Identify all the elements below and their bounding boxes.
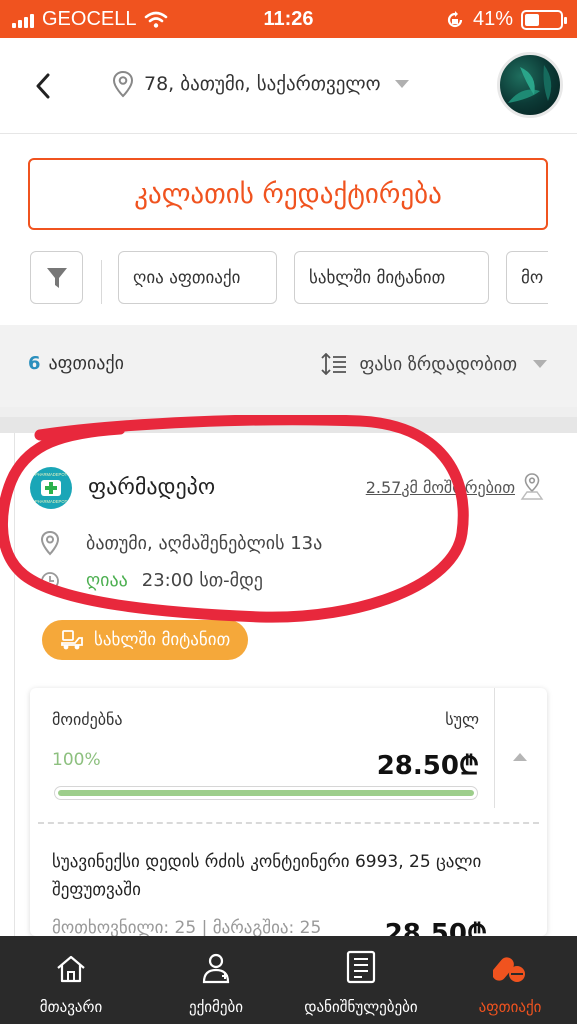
filter-button[interactable] [30,251,83,304]
chip-open-pharmacy[interactable]: ღია აფთიაქი [118,251,277,304]
edit-cart-button[interactable]: კალათის რედაქტირება [28,158,548,230]
total-price: 28.50₾ [376,751,479,781]
location-pin-icon [112,70,134,98]
logo-text-bottom: PHARMADEPOT [35,499,68,504]
sort-icon [321,353,347,375]
pharmacy-address: ბათუმი, აღმაშენებლის 13ა [86,532,323,554]
sort-selector[interactable]: ფასი ზრდადობით [321,353,547,375]
filter-icon [46,267,67,288]
status-bar: GEOCELL 11:26 41% [0,0,577,38]
distance-value: 2.57 [365,478,402,497]
product-quantity: მოთხოვნილი: 25 | მარაგშია: 25 [52,918,321,936]
availability-percent: 100% [52,750,101,770]
location-pin-icon [40,530,60,556]
product-name: სუავინექსი დედის რძის კონტეინერი 6993, 2… [52,852,482,900]
tab-doctors[interactable]: ექიმები [160,936,272,1024]
app-header: 78, ბათუმი, საქართველო [0,38,577,134]
dashed-divider [38,822,539,824]
avatar[interactable] [497,52,563,118]
total-label: სულ [445,710,479,729]
delivery-badge: სახლში მიტანით [42,620,249,660]
chevron-up-icon [513,753,527,761]
pharmacy-logo-mark: PHARMADEPOT PHARMADEPOT [35,472,68,504]
pills-icon [493,957,525,982]
stock-qty: მარაგშია: 25 [212,918,322,936]
edit-cart-label: კალათის რედაქტირება [134,178,442,210]
open-status: ღიაა [86,570,128,591]
sort-label: ფასი ზრდადობით [359,353,517,375]
chip-home-delivery[interactable]: სახლში მიტანით [294,251,489,304]
battery-icon [521,9,567,30]
prescription-icon [346,950,376,984]
pharmacy-hours-row: ღიაა 23:00 სთ-მდე [40,570,263,591]
closing-time: 23:00 სთ-მდე [141,570,263,591]
back-button[interactable] [28,68,58,104]
logo-text-top: PHARMADEPOT [35,472,68,477]
chevron-down-icon [533,360,547,368]
map-pin-icon[interactable] [519,472,545,502]
tab-home-label: მთავარი [39,998,103,1016]
collapse-button[interactable] [507,744,533,770]
distance-link[interactable]: 2.57კმ მოშორებით [366,478,515,497]
chip-more[interactable]: მო [506,251,548,304]
delivery-icon [61,630,83,650]
product-price: 28.50₾ [384,919,487,936]
tab-prescriptions[interactable]: დანიშნულებები [284,936,438,1024]
clock-icon [41,571,59,590]
availability-progress [54,786,478,800]
chip-label: სახლში მიტანით [309,267,446,288]
tab-home[interactable]: მთავარი [14,936,128,1024]
count-label: აფთიაქი [48,353,124,374]
location-text: 78, ბათუმი, საქართველო [144,73,381,95]
avatar-image [508,65,552,103]
pharmacy-logo: PHARMADEPOT PHARMADEPOT [30,467,72,509]
tab-pharmacy-label: აფთიაქი [478,998,542,1016]
filter-divider [101,260,102,304]
qty-separator: | [201,918,213,936]
summary-divider [494,688,495,808]
list-header: 6 აფთიაქი ფასი ზრდადობით [0,325,577,407]
requested-qty: მოთხოვნილი: 25 [52,918,197,936]
filter-bar: ღია აფთიაქი სახლში მიტანით მო [0,250,548,306]
pharmacy-name: ფარმადეპო [88,475,216,500]
tab-pharmacy[interactable]: აფთიაქი [460,936,560,1024]
delivery-label: სახლში მიტანით [94,630,231,650]
section-divider [0,407,577,433]
location-selector[interactable]: 78, ბათუმი, საქართველო [112,70,409,98]
home-icon [57,955,85,983]
tab-prescriptions-label: დანიშნულებები [304,998,418,1016]
chip-label: ღია აფთიაქი [133,267,241,288]
battery-percent: 41% [472,8,513,30]
bottom-tab-bar: მთავარი ექიმები დანიშნულებები აფთიაქი [0,936,577,1024]
availability-summary: მოიძებნა სულ 100% 28.50₾ სუავინექსი დედი… [30,688,547,936]
found-label: მოიძებნა [52,710,123,729]
pharmacy-address-row: ბათუმი, აღმაშენებლის 13ა [40,530,322,556]
chevron-down-icon [394,80,409,88]
rotation-lock-icon [447,10,463,27]
chevron-left-icon [36,73,50,99]
count-number: 6 [28,353,41,374]
chip-label: მო [521,267,544,288]
tab-doctors-label: ექიმები [188,998,244,1016]
doctor-icon [202,953,230,984]
distance-text: კმ მოშორებით [401,478,515,497]
pharmacy-count: 6 აფთიაქი [28,353,124,374]
